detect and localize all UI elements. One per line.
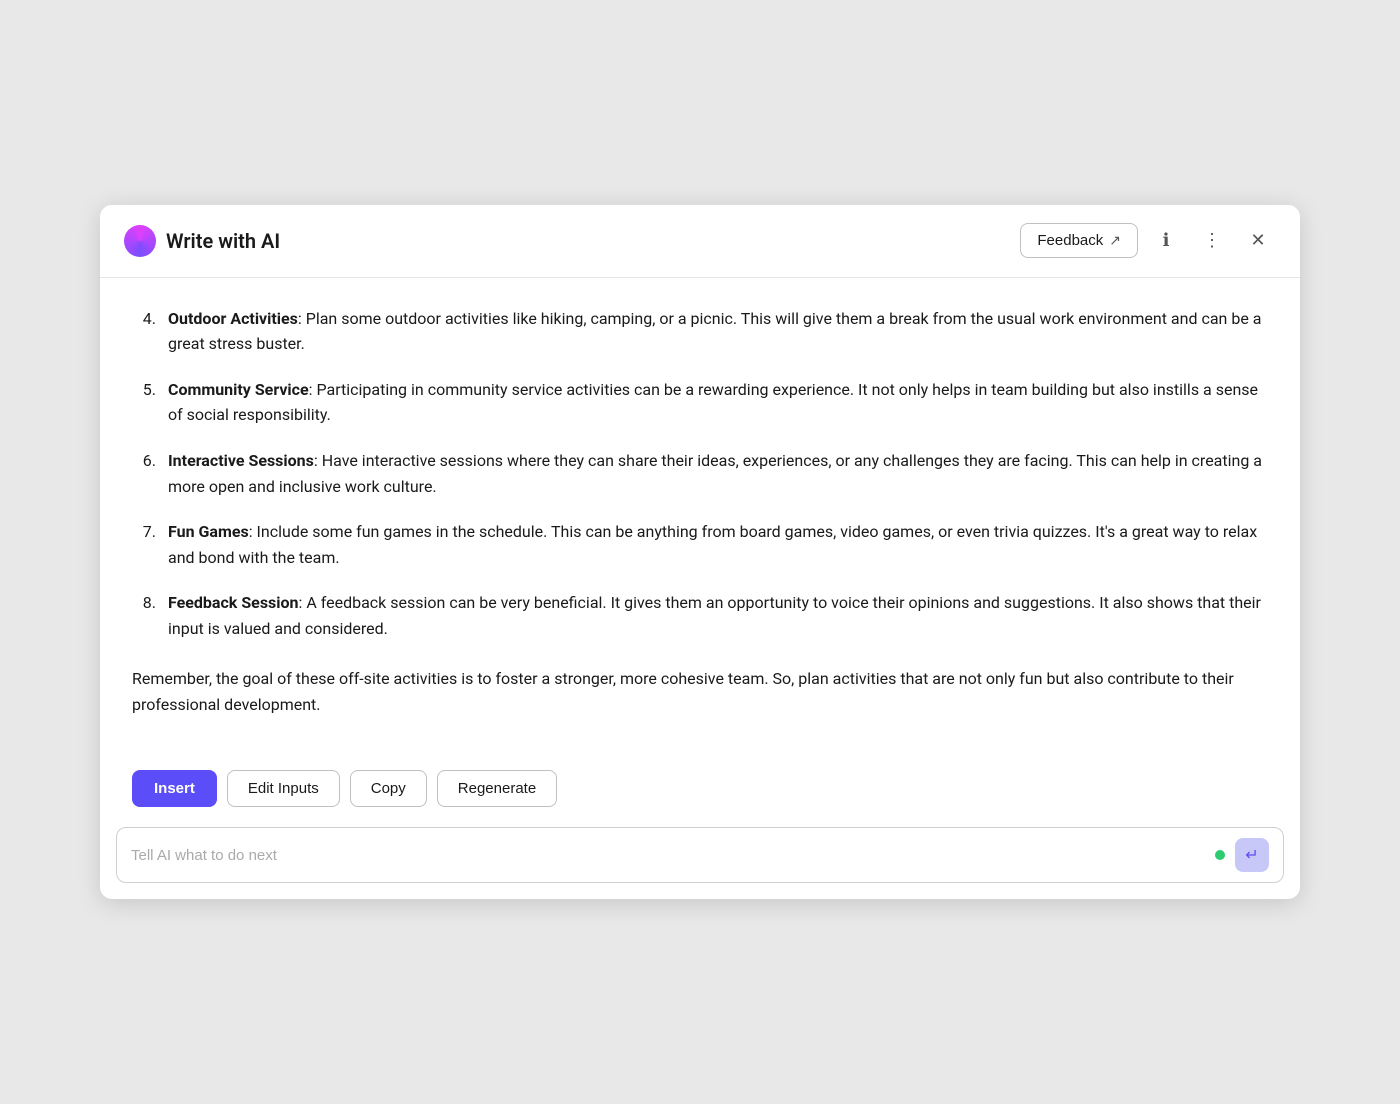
info-button[interactable]: ℹ xyxy=(1148,223,1184,259)
status-dot xyxy=(1215,850,1225,860)
item-text: : Include some fun games in the schedule… xyxy=(168,522,1257,567)
list-number: 4. xyxy=(132,306,156,357)
panel-header: Write with AI Feedback ↗ ℹ ⋮ ✕ xyxy=(100,205,1300,278)
close-icon: ✕ xyxy=(1250,230,1265,251)
list-item: 7. Fun Games: Include some fun games in … xyxy=(132,519,1268,570)
item-text: : Participating in community service act… xyxy=(168,380,1258,425)
external-link-icon: ↗ xyxy=(1109,232,1121,249)
ai-instruction-input[interactable] xyxy=(131,847,1215,864)
item-text: : A feedback session can be very benefic… xyxy=(168,593,1261,638)
input-bar: ↵ xyxy=(116,827,1284,883)
list-content: Community Service: Participating in comm… xyxy=(168,377,1268,428)
insert-button[interactable]: Insert xyxy=(132,770,217,807)
info-icon: ℹ xyxy=(1163,230,1170,251)
header-left: Write with AI xyxy=(124,225,280,257)
header-right: Feedback ↗ ℹ ⋮ ✕ xyxy=(1020,223,1276,259)
send-button[interactable]: ↵ xyxy=(1235,838,1269,872)
copy-button[interactable]: Copy xyxy=(350,770,427,807)
activity-list: 4. Outdoor Activities: Plan some outdoor… xyxy=(132,306,1268,642)
send-icon: ↵ xyxy=(1245,845,1258,865)
list-item: 6. Interactive Sessions: Have interactiv… xyxy=(132,448,1268,499)
item-title: Feedback Session xyxy=(168,593,299,612)
list-item: 5. Community Service: Participating in c… xyxy=(132,377,1268,428)
list-content: Fun Games: Include some fun games in the… xyxy=(168,519,1268,570)
item-title: Outdoor Activities xyxy=(168,309,298,328)
list-content: Outdoor Activities: Plan some outdoor ac… xyxy=(168,306,1268,357)
list-content: Interactive Sessions: Have interactive s… xyxy=(168,448,1268,499)
list-number: 7. xyxy=(132,519,156,570)
more-icon: ⋮ xyxy=(1203,230,1221,251)
item-text: : Plan some outdoor activities like hiki… xyxy=(168,309,1261,354)
item-title: Interactive Sessions xyxy=(168,451,314,470)
action-bar: Insert Edit Inputs Copy Regenerate xyxy=(100,762,1300,827)
item-text: : Have interactive sessions where they c… xyxy=(168,451,1262,496)
close-button[interactable]: ✕ xyxy=(1240,223,1276,259)
regenerate-button[interactable]: Regenerate xyxy=(437,770,557,807)
closing-paragraph: Remember, the goal of these off-site act… xyxy=(132,666,1268,719)
item-title: Fun Games xyxy=(168,522,249,541)
list-item: 4. Outdoor Activities: Plan some outdoor… xyxy=(132,306,1268,357)
write-with-ai-panel: Write with AI Feedback ↗ ℹ ⋮ ✕ 4. Outdo xyxy=(100,205,1300,900)
list-item: 8. Feedback Session: A feedback session … xyxy=(132,590,1268,641)
content-area: 4. Outdoor Activities: Plan some outdoor… xyxy=(100,278,1300,763)
list-number: 6. xyxy=(132,448,156,499)
feedback-label: Feedback xyxy=(1037,232,1103,249)
feedback-button[interactable]: Feedback ↗ xyxy=(1020,223,1138,258)
item-title: Community Service xyxy=(168,380,309,399)
edit-inputs-button[interactable]: Edit Inputs xyxy=(227,770,340,807)
list-number: 5. xyxy=(132,377,156,428)
more-options-button[interactable]: ⋮ xyxy=(1194,223,1230,259)
list-number: 8. xyxy=(132,590,156,641)
list-content: Feedback Session: A feedback session can… xyxy=(168,590,1268,641)
ai-logo-icon xyxy=(124,225,156,257)
panel-title: Write with AI xyxy=(166,229,280,253)
